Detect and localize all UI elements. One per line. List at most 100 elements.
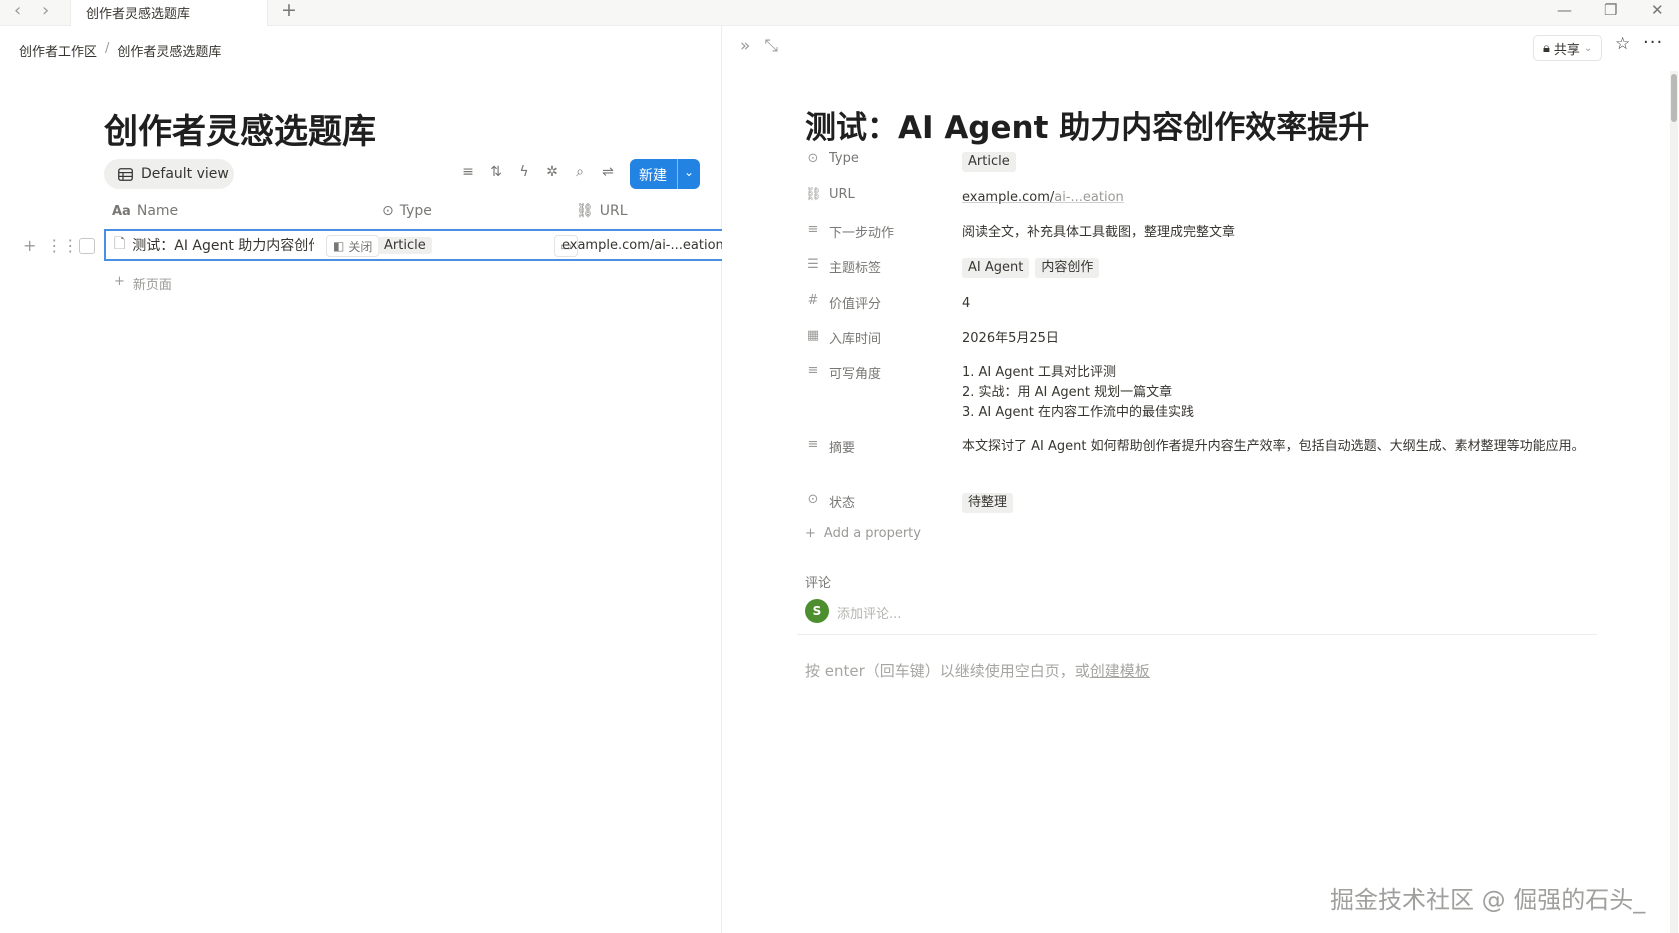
- property-name: ⊙ 状态: [805, 492, 855, 511]
- new-record-button[interactable]: 新建 ⌄: [630, 159, 700, 189]
- column-url-label: URL: [599, 203, 628, 219]
- create-template-link[interactable]: 创建模板: [1090, 662, 1150, 680]
- search-icon[interactable]: ⌕: [572, 164, 588, 180]
- property-value[interactable]: AI Agent 内容创作: [962, 257, 1595, 278]
- close-icon[interactable]: ✕: [1651, 1, 1664, 19]
- open-in-side-peek-button[interactable]: ◧ 关闭: [326, 235, 380, 257]
- column-type-label: Type: [399, 203, 432, 219]
- page-title[interactable]: 测试：AI Agent 助力内容创作效率提升: [805, 102, 1369, 147]
- cell-type[interactable]: Article: [378, 231, 538, 259]
- link-icon: ⛓: [576, 203, 594, 219]
- tab-title: 创作者灵感选题库: [86, 7, 191, 22]
- watermark: 掘金技术社区 @ 倔强的石头_: [1330, 886, 1646, 914]
- property-topic-tags[interactable]: ☰ 主题标签 AI Agent 内容创作: [805, 257, 1595, 279]
- share-button[interactable]: 🔒︎ 共享 ⌄: [1533, 35, 1603, 61]
- forward-icon[interactable]: ›: [42, 2, 49, 20]
- column-header-name[interactable]: Aa Name: [112, 203, 178, 219]
- expand-icon[interactable]: ⤡: [764, 36, 778, 56]
- page-icon: 🗋: [114, 236, 126, 252]
- angle-line: 3. AI Agent 在内容工作流中的最佳实践: [962, 405, 1195, 420]
- table-header: Aa Name ⊙ Type ⛓ URL: [104, 194, 722, 228]
- browser-tab[interactable]: 创作者灵感选题库: [70, 0, 268, 26]
- text-property-icon: Aa: [112, 203, 131, 219]
- text-lines-icon: ≡: [807, 437, 819, 452]
- divider: [797, 634, 1597, 635]
- status-tag: 待整理: [962, 493, 1014, 513]
- property-label: 下一步动作: [829, 226, 895, 241]
- close-peek-icon[interactable]: »: [740, 36, 750, 56]
- property-next-action[interactable]: ≡ 下一步动作 阅读全文，补充具体工具截图，整理成完整文章: [805, 222, 1595, 244]
- chevron-down-icon[interactable]: ⌄: [678, 159, 700, 189]
- minimize-icon[interactable]: —: [1557, 1, 1572, 19]
- sort-icon[interactable]: ⇅: [488, 164, 504, 180]
- cell-url[interactable]: example.com/ai-...eation: [562, 231, 722, 259]
- drag-handle-icon[interactable]: ⋮⋮: [46, 236, 78, 255]
- avatar: S: [805, 599, 829, 623]
- more-options-icon[interactable]: ···: [1643, 32, 1663, 53]
- database-pane: 创作者工作区 / 创作者灵感选题库 创作者灵感选题库 Default view …: [0, 26, 722, 933]
- cell-name[interactable]: 🗋 测试：AI Agent 助力内容创作效率提升: [114, 231, 314, 259]
- property-url[interactable]: ⛓ URL example.com/ai-...eation: [805, 187, 1595, 209]
- column-header-type[interactable]: ⊙ Type: [382, 203, 432, 219]
- property-value[interactable]: Article: [962, 151, 1595, 172]
- property-date-added[interactable]: ▦ 入库时间 2026年5月25日: [805, 328, 1595, 350]
- text-lines-icon: ≡: [807, 222, 819, 237]
- new-page-row[interactable]: + 新页面: [114, 274, 172, 293]
- property-value[interactable]: 待整理: [962, 492, 1595, 513]
- property-angles[interactable]: ≡ 可写角度 1. AI Agent 工具对比评测 2. 实战：用 AI Agen…: [805, 363, 1595, 427]
- add-property-label: Add a property: [823, 526, 921, 541]
- row-checkbox[interactable]: [79, 238, 95, 254]
- breadcrumb-item-database[interactable]: 创作者灵感选题库: [117, 41, 221, 60]
- settings-sliders-icon[interactable]: ⇌: [600, 164, 616, 180]
- ai-sparkle-icon[interactable]: ✲: [544, 164, 560, 180]
- favorite-star-icon[interactable]: ☆: [1615, 34, 1630, 54]
- property-status[interactable]: ⊙ 状态 待整理: [805, 492, 1595, 514]
- property-name: ≡ 可写角度: [805, 363, 881, 382]
- comment-input[interactable]: 添加评论...: [837, 603, 901, 622]
- new-record-label: 新建: [630, 159, 678, 189]
- column-header-url[interactable]: ⛓ URL: [576, 203, 628, 219]
- property-score[interactable]: # 价值评分 4: [805, 293, 1595, 315]
- default-view-tab[interactable]: Default view: [104, 159, 234, 189]
- restore-icon[interactable]: ❐: [1604, 1, 1617, 19]
- filter-icon[interactable]: ≡: [460, 164, 476, 180]
- add-property-button[interactable]: + Add a property: [805, 526, 921, 541]
- url-dim: ai-...eation: [1054, 190, 1124, 205]
- property-value[interactable]: 4: [962, 293, 1595, 314]
- row-controls: + ⋮⋮: [23, 236, 78, 255]
- text-lines-icon: ≡: [807, 363, 819, 378]
- plus-icon: +: [805, 526, 816, 541]
- property-name: # 价值评分: [805, 293, 881, 312]
- property-label: 状态: [829, 496, 856, 511]
- scrollbar[interactable]: [1670, 71, 1678, 933]
- property-label: 入库时间: [829, 332, 882, 347]
- property-value[interactable]: 阅读全文，补充具体工具截图，整理成完整文章: [962, 222, 1595, 243]
- new-page-label: 新页面: [132, 278, 172, 293]
- calendar-icon: ▦: [806, 328, 820, 343]
- new-tab-icon[interactable]: +: [281, 0, 297, 20]
- property-value[interactable]: 2026年5月25日: [962, 328, 1595, 349]
- property-summary[interactable]: ≡ 摘要 本文探讨了 AI Agent 如何帮助创作者提升内容生产效率，包括自动选…: [805, 437, 1595, 481]
- scrollbar-thumb[interactable]: [1671, 74, 1677, 122]
- angle-line: 2. 实战：用 AI Agent 规划一篇文章: [962, 385, 1173, 400]
- breadcrumb: 创作者工作区 / 创作者灵感选题库: [19, 41, 221, 60]
- chevron-down-icon: ⌄: [1583, 42, 1593, 54]
- property-name: ☰ 主题标签: [805, 257, 881, 276]
- automation-icon[interactable]: ϟ: [516, 164, 532, 180]
- property-label: 主题标签: [829, 261, 882, 276]
- table-row[interactable]: 🗋 测试：AI Agent 助力内容创作效率提升 ◧ 关闭 Article ▭ …: [104, 229, 722, 261]
- breadcrumb-item-workspace[interactable]: 创作者工作区: [19, 41, 97, 60]
- property-type[interactable]: ⊙ Type Article: [805, 151, 1595, 173]
- property-label: 价值评分: [829, 297, 882, 312]
- row-name-text: 测试：AI Agent 助力内容创作效率提升: [132, 238, 314, 254]
- add-row-icon[interactable]: +: [23, 236, 36, 255]
- topic-tag: AI Agent: [962, 258, 1030, 278]
- property-value[interactable]: example.com/ai-...eation: [962, 187, 1595, 208]
- property-name: ⛓ URL: [805, 187, 855, 202]
- property-value[interactable]: 本文探讨了 AI Agent 如何帮助创作者提升内容生产效率，包括自动选题、大纲…: [962, 437, 1595, 457]
- database-title[interactable]: 创作者灵感选题库: [104, 104, 376, 153]
- property-value[interactable]: 1. AI Agent 工具对比评测 2. 实战：用 AI Agent 规划一篇…: [962, 363, 1595, 423]
- back-icon[interactable]: ‹: [14, 2, 21, 20]
- comments-heading: 评论: [805, 576, 832, 591]
- property-label: 可写角度: [829, 367, 882, 382]
